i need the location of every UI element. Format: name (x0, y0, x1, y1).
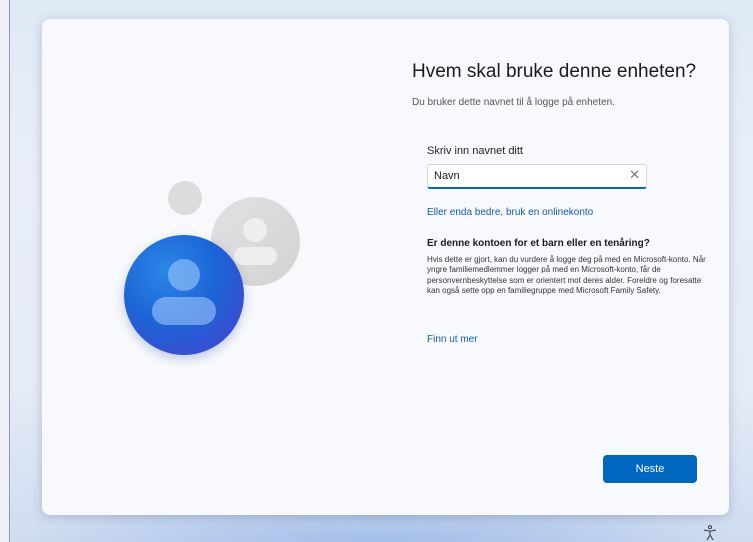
secondary-user-head (243, 218, 267, 242)
learn-more-link[interactable]: Finn ut mer (427, 334, 478, 345)
window-left-edge (0, 0, 10, 542)
primary-user-head (168, 259, 200, 291)
name-field-label: Skriv inn navnet ditt (427, 145, 523, 157)
primary-user-icon (124, 235, 244, 355)
page-subtitle: Du bruker dette navnet til å logge på en… (412, 97, 615, 108)
setup-card: Hvem skal bruke denne enheten? Du bruker… (42, 19, 729, 515)
name-field[interactable]: ✕ (427, 164, 647, 189)
small-circle-decoration (168, 181, 202, 215)
next-button[interactable]: Neste (603, 455, 697, 483)
child-account-heading: Er denne kontoen for et barn eller en te… (427, 238, 650, 249)
secondary-user-icon (211, 197, 300, 286)
child-account-description: Hvis dette er gjort, kan du vurdere å lo… (427, 255, 706, 296)
close-icon[interactable]: ✕ (629, 167, 640, 183)
page-title: Hvem skal bruke denne enheten? (412, 61, 697, 82)
primary-user-body (152, 297, 216, 325)
accessibility-icon[interactable] (703, 525, 717, 541)
secondary-user-body (234, 247, 277, 265)
online-account-link[interactable]: Eller enda bedre, bruk en onlinekonto (427, 207, 593, 218)
name-input[interactable] (434, 168, 624, 184)
